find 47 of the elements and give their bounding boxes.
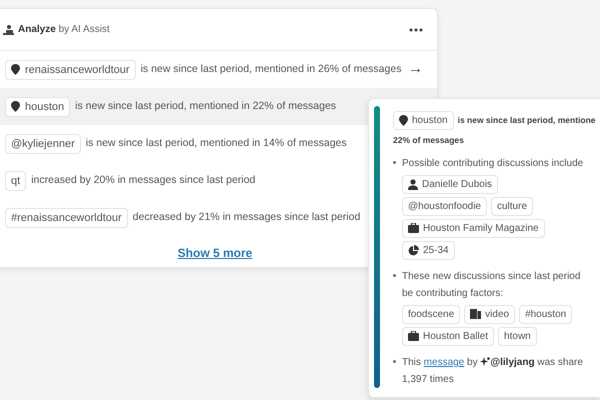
pie-chart-icon [408,244,419,256]
bullet-icon [393,160,396,164]
bullet-text: 1,397 times [402,372,455,387]
tag-chip[interactable]: foodscene [402,304,460,324]
tag-chip[interactable]: Danielle Dubois [402,174,498,194]
insight-row[interactable]: renaissanceworldtour is new since last period, mentioned in 26% of messages → [0,51,437,88]
tag-chip[interactable]: Houston Family Magazine [402,218,545,238]
bullet-text: These new discussions since last period [402,270,580,284]
briefcase-icon [408,223,419,234]
bullet-text: Possible contributing discussions include [402,156,584,171]
show-more-link[interactable]: Show 5 more [178,246,252,260]
pin-icon [399,115,408,126]
person-icon [408,178,418,190]
tag-chip[interactable]: @kyliejenner [5,134,81,154]
pin-icon [11,64,20,75]
tag-chip[interactable]: culture [490,196,533,216]
bullet-text: This message by @lilyjang was share [402,356,583,370]
arrow-icon[interactable]: → [408,58,423,81]
film-icon [470,309,482,320]
panel-title: Analyze by AI Assist [18,23,110,37]
insight-text: is new since last period, mentioned in 26% of messages [140,62,402,77]
bullet-icon [393,274,396,277]
tag-chip[interactable]: qt [5,170,26,190]
headline-text: is new since last period, mentione [458,114,596,127]
insight-text: is new since last period, mentioned in 22% of messages [75,98,336,114]
insight-text: increased by 20% in messages since last period [31,172,256,188]
tag-chip[interactable]: houston [393,111,454,130]
insight-text: decreased by 21% in messages since last period [132,210,360,225]
briefcase-icon [408,331,419,342]
tag-chip[interactable]: #renaissanceworldtour [5,208,128,228]
tag-chip[interactable]: @houstonfoodie [402,196,487,216]
bullet-text: be contributing factors: [402,286,504,301]
bullet-icon [393,360,396,363]
message-link[interactable]: message [424,356,464,368]
insight-text: is new since last period, mentioned in 14% of messages [86,136,347,151]
headline-text: 22% of messages [393,134,465,147]
tag-chip[interactable]: video [464,304,516,324]
sparkle-icon [480,357,490,368]
pin-icon [11,101,20,112]
tag-chip[interactable]: #houston [519,304,572,324]
assist-icon [3,24,14,34]
tag-chip[interactable]: houston [5,96,70,116]
tag-chip[interactable]: htown [498,326,537,346]
tag-chip[interactable]: 25-34 [402,240,455,260]
tag-chip[interactable]: Houston Ballet [402,326,494,346]
more-options-icon[interactable] [409,28,423,32]
tag-chip[interactable]: renaissanceworldtour [5,60,136,80]
